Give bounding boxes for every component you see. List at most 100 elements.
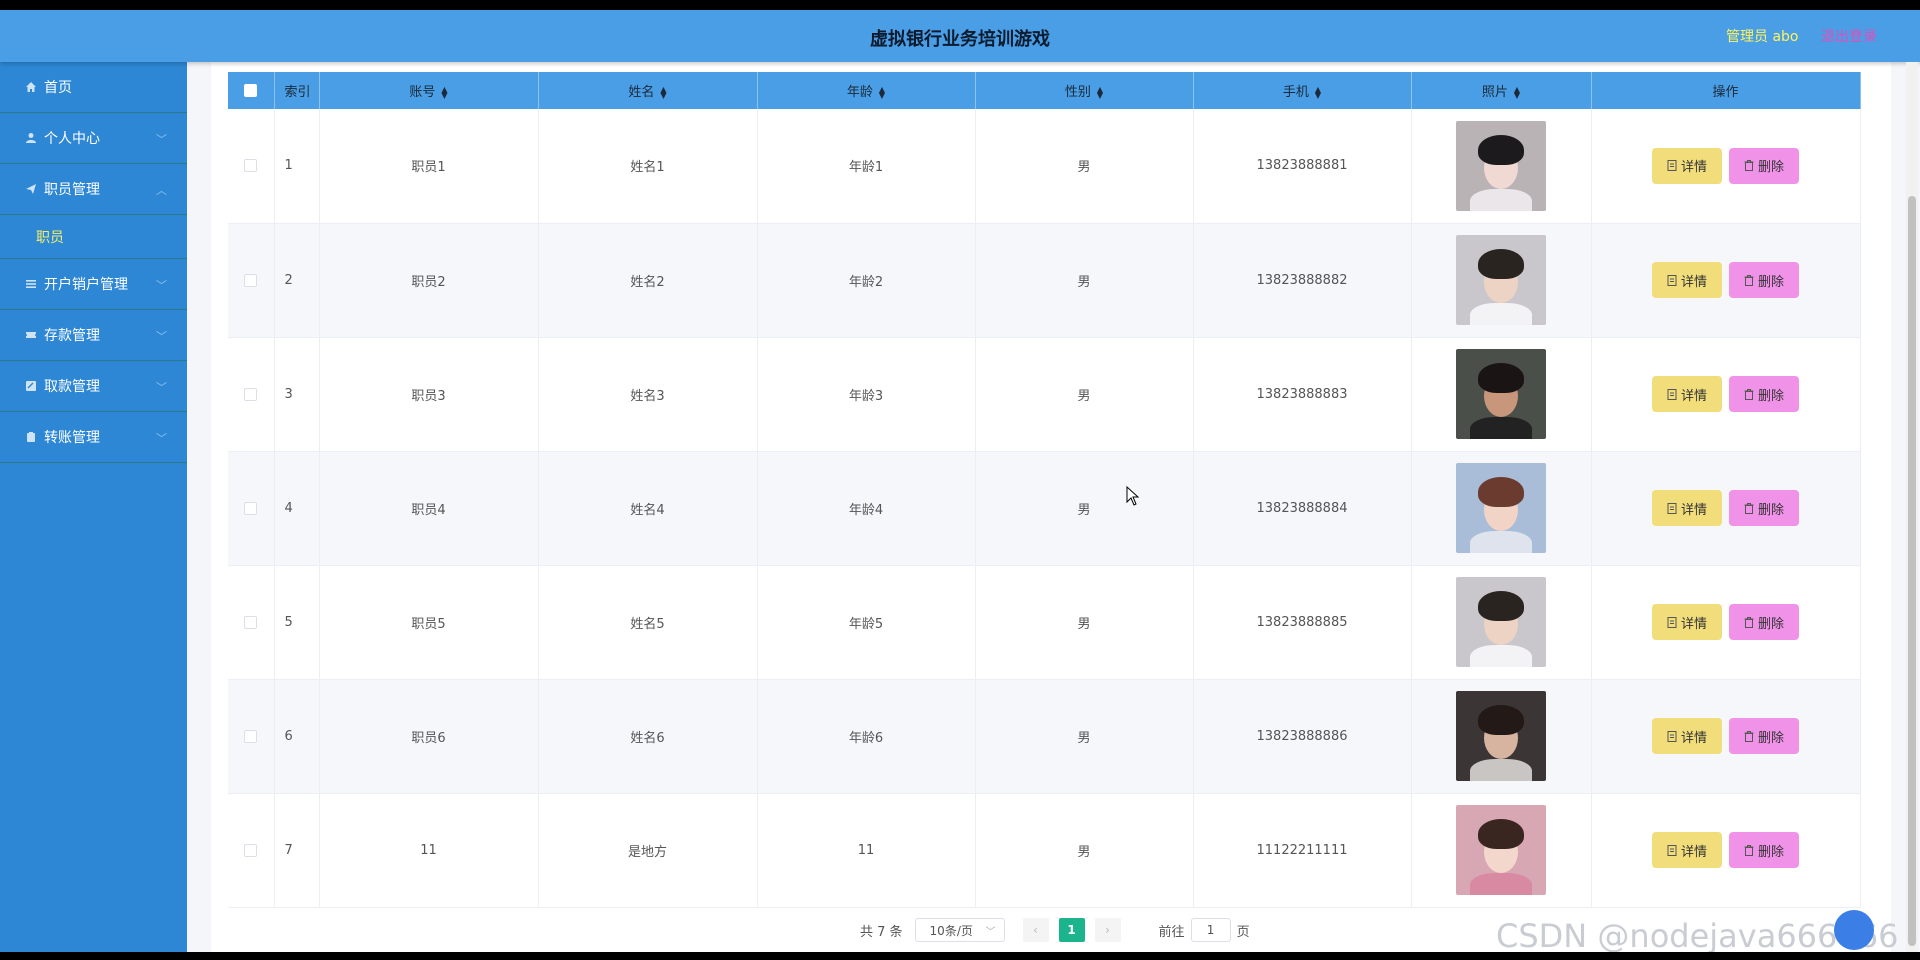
- goto-page-input[interactable]: 1: [1190, 918, 1231, 942]
- header-label: 照片: [1481, 85, 1508, 100]
- header-phone[interactable]: 手机 ▲ ▼: [1193, 72, 1412, 109]
- detail-label: 详情: [1680, 844, 1707, 860]
- cell-photo: [1411, 451, 1592, 566]
- delete-label: 删除: [1757, 502, 1784, 518]
- sort-icon[interactable]: ▲ ▼: [660, 85, 666, 99]
- chevron-down-icon: ﹀: [156, 432, 167, 445]
- sort-icon[interactable]: ▲ ▼: [441, 85, 447, 99]
- delete-button[interactable]: 删除: [1729, 490, 1799, 526]
- cell-actions: 详情 删除: [1591, 451, 1861, 566]
- logout-link[interactable]: 退出登录: [1821, 26, 1877, 46]
- sidebar-item-withdraw-management[interactable]: 取款管理 ﹀: [0, 361, 187, 412]
- delete-button[interactable]: 删除: [1729, 604, 1799, 640]
- chevron-down-icon: ﹀: [156, 381, 167, 394]
- document-icon: [1667, 730, 1677, 742]
- row-checkbox[interactable]: [244, 615, 258, 629]
- cell-name: 是地方: [538, 793, 758, 908]
- row-checkbox-cell[interactable]: [228, 793, 275, 908]
- page-number-button[interactable]: 1: [1058, 918, 1085, 942]
- sidebar-item-transfer-management[interactable]: 转账管理 ﹀: [0, 412, 187, 463]
- detail-button[interactable]: 详情: [1652, 490, 1722, 526]
- row-checkbox-cell[interactable]: [228, 109, 275, 224]
- cell-index: 7: [274, 793, 320, 908]
- detail-button[interactable]: 详情: [1652, 718, 1722, 754]
- cell-actions: 详情 删除: [1591, 337, 1861, 452]
- staff-photo[interactable]: [1456, 349, 1546, 439]
- sidebar-subitem-staff[interactable]: 职员: [0, 215, 187, 259]
- sort-icon[interactable]: ▲ ▼: [879, 85, 885, 99]
- staff-photo[interactable]: [1456, 805, 1546, 895]
- row-checkbox[interactable]: [244, 387, 258, 401]
- staff-photo[interactable]: [1456, 235, 1546, 325]
- chevron-down-icon: ﹀: [985, 927, 996, 938]
- cell-photo: [1411, 793, 1592, 908]
- vertical-scrollbar[interactable]: [1906, 62, 1918, 952]
- cell-photo: [1411, 109, 1592, 224]
- header-gender[interactable]: 性别 ▲ ▼: [975, 72, 1194, 109]
- row-checkbox-cell[interactable]: [228, 565, 275, 680]
- cell-photo: [1411, 223, 1592, 338]
- edit-icon: [24, 379, 38, 393]
- table-row: 1 职员1 姓名1 年龄1 男 13823888881 详情 删除: [228, 109, 1861, 224]
- sidebar-item-staff-management[interactable]: 职员管理 ︿: [0, 164, 187, 215]
- delete-button[interactable]: 删除: [1729, 832, 1799, 868]
- cell-gender: 男: [975, 337, 1194, 452]
- page-size-select[interactable]: 10条/页 ﹀: [914, 918, 1005, 942]
- cell-actions: 详情 删除: [1591, 223, 1861, 338]
- detail-label: 详情: [1680, 730, 1707, 746]
- select-all-checkbox-cell[interactable]: [228, 72, 275, 109]
- row-checkbox-cell[interactable]: [228, 451, 275, 566]
- cell-account: 职员3: [319, 337, 539, 452]
- staff-photo[interactable]: [1456, 120, 1546, 211]
- delete-button[interactable]: 删除: [1729, 718, 1799, 754]
- row-checkbox[interactable]: [244, 273, 258, 287]
- cell-name: 姓名4: [538, 451, 758, 566]
- row-checkbox-cell[interactable]: [228, 337, 275, 452]
- header-photo[interactable]: 照片 ▲ ▼: [1411, 72, 1592, 109]
- row-checkbox[interactable]: [244, 159, 258, 173]
- sidebar-item-home[interactable]: 首页: [0, 62, 187, 113]
- header-account[interactable]: 账号 ▲ ▼: [319, 72, 539, 109]
- detail-button[interactable]: 详情: [1652, 147, 1722, 184]
- app-title: 虚拟银行业务培训游戏: [870, 29, 1050, 50]
- detail-button[interactable]: 详情: [1652, 262, 1722, 298]
- prev-page-button[interactable]: ‹: [1022, 918, 1049, 942]
- sidebar-item-account-management[interactable]: 开户销户管理 ﹀: [0, 259, 187, 310]
- app-screen: 虚拟银行业务培训游戏 管理员 abo 退出登录 首页 个人中心 ﹀ 职员管理 ︿…: [0, 10, 1920, 952]
- detail-button[interactable]: 详情: [1652, 376, 1722, 412]
- delete-button[interactable]: 删除: [1729, 376, 1799, 412]
- sort-icon[interactable]: ▲ ▼: [1315, 85, 1321, 99]
- row-checkbox[interactable]: [244, 729, 258, 743]
- delete-button[interactable]: 删除: [1729, 262, 1799, 298]
- sidebar-item-deposit-management[interactable]: 存款管理 ﹀: [0, 310, 187, 361]
- sidebar-item-personal-center[interactable]: 个人中心 ﹀: [0, 113, 187, 164]
- header-label: 性别: [1064, 85, 1091, 100]
- select-all-checkbox[interactable]: [244, 84, 258, 97]
- staff-photo[interactable]: [1456, 577, 1546, 667]
- header-label: 账号: [409, 85, 436, 100]
- cell-photo: [1411, 565, 1592, 680]
- cell-phone: 11122211111: [1193, 793, 1412, 908]
- header-age[interactable]: 年龄 ▲ ▼: [757, 72, 976, 109]
- row-checkbox-cell[interactable]: [228, 679, 275, 794]
- list-icon: [24, 277, 38, 291]
- floating-action-button[interactable]: [1834, 910, 1874, 950]
- sort-icon[interactable]: ▲ ▼: [1097, 85, 1103, 99]
- row-checkbox-cell[interactable]: [228, 223, 275, 338]
- detail-button[interactable]: 详情: [1652, 604, 1722, 640]
- row-checkbox[interactable]: [244, 843, 258, 857]
- page-suffix-label: 页: [1236, 924, 1250, 940]
- sort-icon[interactable]: ▲ ▼: [1514, 85, 1520, 99]
- cell-gender: 男: [975, 223, 1194, 338]
- staff-photo[interactable]: [1456, 463, 1546, 553]
- next-page-button[interactable]: ›: [1094, 918, 1121, 942]
- delete-button[interactable]: 删除: [1729, 147, 1799, 184]
- row-checkbox[interactable]: [244, 501, 258, 515]
- detail-button[interactable]: 详情: [1652, 832, 1722, 868]
- cell-phone: 13823888885: [1193, 565, 1412, 680]
- header-name[interactable]: 姓名 ▲ ▼: [538, 72, 758, 109]
- cell-name: 姓名2: [538, 223, 758, 338]
- staff-photo[interactable]: [1456, 691, 1546, 781]
- detail-label: 详情: [1680, 388, 1707, 404]
- scrollbar-thumb[interactable]: [1908, 196, 1916, 946]
